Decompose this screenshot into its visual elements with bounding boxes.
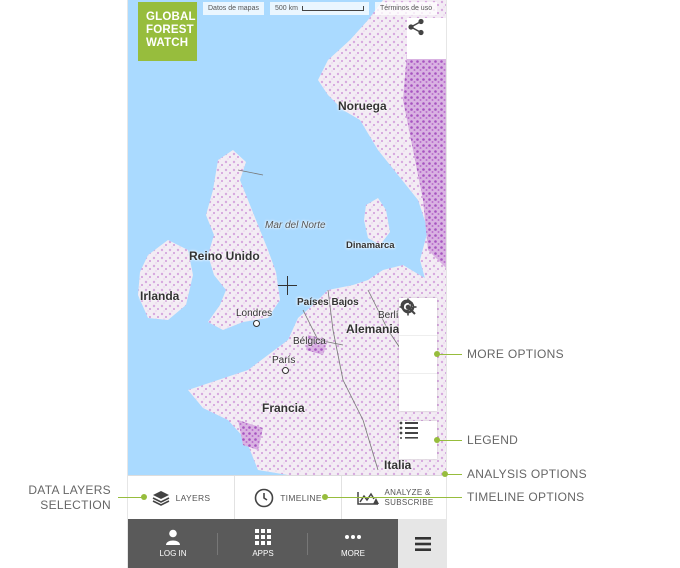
label-uk: Reino Unido <box>189 249 260 263</box>
callout-legend: LEGEND <box>467 433 519 447</box>
nav-more[interactable]: MORE <box>308 519 398 568</box>
share-button[interactable] <box>407 18 446 59</box>
nav-login[interactable]: LOG IN <box>128 519 218 568</box>
bottom-navigation: LOG IN APPS MORE <box>128 519 446 568</box>
label-norway: Noruega <box>338 99 387 113</box>
label-denmark: Dinamarca <box>346 240 395 251</box>
nav-login-label: LOG IN <box>159 549 187 558</box>
label-ireland: Irlanda <box>140 289 180 303</box>
callout-line-legend <box>437 440 462 441</box>
label-netherlands: Países Bajos <box>297 297 359 308</box>
map-tools-panel <box>399 298 437 411</box>
callout-timeline-options: TIMELINE OPTIONS <box>467 490 585 504</box>
map-attribution: Datos de mapas 500 km Términos de uso <box>203 2 443 15</box>
layers-icon <box>152 490 169 506</box>
callout-dot-more-options <box>434 351 440 357</box>
scale-label: 500 km <box>274 5 298 12</box>
legend-list-icon <box>399 421 418 439</box>
terms-link[interactable]: Términos de uso <box>374 2 438 15</box>
tab-layers-label: LAYERS <box>175 492 211 503</box>
callout-dot-analysis <box>442 471 448 477</box>
mobile-app-frame: GLOBAL FOREST WATCH Datos de mapas 500 k… <box>127 0 447 568</box>
callout-analysis-options: ANALYSIS OPTIONS <box>467 467 587 481</box>
denmark-land <box>364 198 390 245</box>
grid-icon <box>255 529 271 545</box>
callout-dot-timeline <box>322 494 328 500</box>
nav-apps-label: APPS <box>252 549 274 558</box>
user-icon <box>166 529 180 545</box>
callout-more-options: MORE OPTIONS <box>467 347 564 361</box>
city-dot-london <box>253 320 260 327</box>
clock-icon <box>254 488 274 507</box>
label-north-sea: Mar del Norte <box>265 220 326 231</box>
nav-apps[interactable]: APPS <box>218 519 308 568</box>
label-france: Francia <box>262 401 305 415</box>
search-button[interactable] <box>399 299 437 374</box>
callout-line-timeline <box>326 497 462 498</box>
tab-timeline-label: TIMELINE <box>280 492 322 503</box>
label-germany: Alemania <box>346 322 400 336</box>
label-london: Londres <box>236 308 273 319</box>
city-dot-paris <box>282 367 289 374</box>
ireland-land <box>138 240 193 320</box>
uk-land <box>206 150 280 330</box>
map-crosshair <box>278 276 297 295</box>
label-paris: París <box>272 355 296 366</box>
hamburger-icon <box>415 536 431 551</box>
callout-dot-layers <box>141 494 147 500</box>
callout-line-more-options <box>437 354 462 355</box>
callout-dot-legend <box>434 437 440 443</box>
scale-indicator: 500 km <box>269 2 369 15</box>
nav-more-label: MORE <box>341 549 365 558</box>
label-italy: Italia <box>384 458 412 472</box>
label-berlin: Berlí <box>378 310 399 321</box>
legend-button[interactable] <box>399 421 437 459</box>
map-data-credit: Datos de mapas <box>203 2 264 15</box>
scale-bar <box>301 6 364 11</box>
callout-data-layers: DATA LAYERS SELECTION <box>28 483 111 512</box>
gfw-logo[interactable]: GLOBAL FOREST WATCH <box>138 2 197 61</box>
label-belgium: Bélgica <box>293 336 326 347</box>
dots-icon <box>345 535 361 539</box>
map-canvas[interactable]: GLOBAL FOREST WATCH Datos de mapas 500 k… <box>128 0 446 475</box>
share-icon <box>408 18 424 36</box>
locate-icon <box>399 298 417 316</box>
menu-button[interactable] <box>398 519 446 568</box>
callout-line-analysis <box>447 474 462 475</box>
locate-button[interactable] <box>399 298 437 411</box>
